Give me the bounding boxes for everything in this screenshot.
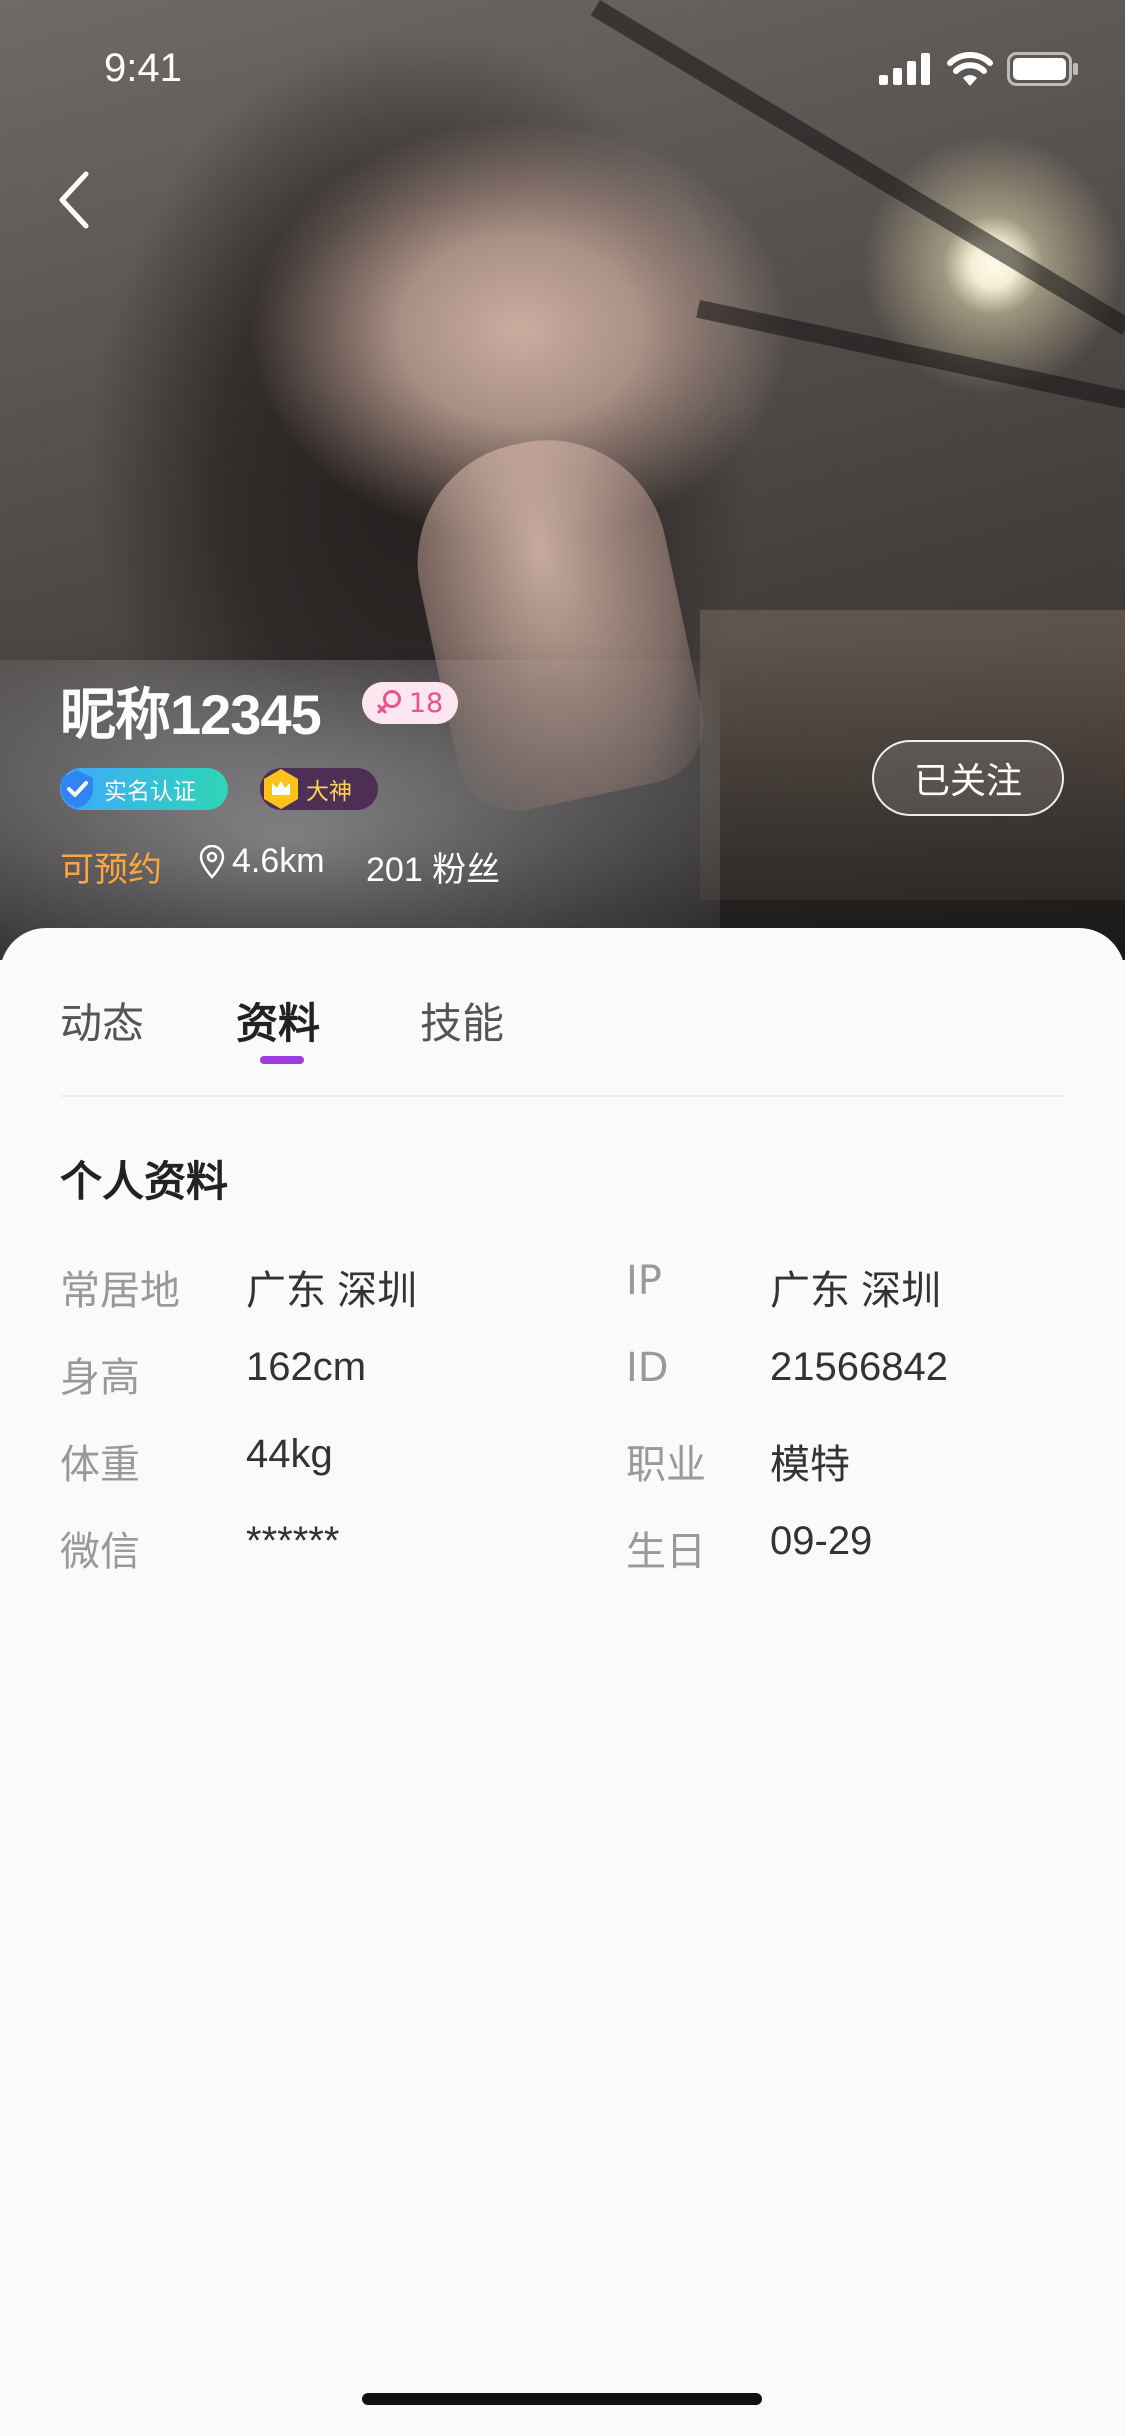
home-indicator [362,2393,762,2405]
signal-icon [879,53,930,85]
section-title: 个人资料 [60,1157,229,1206]
tab-moments[interactable]: 动态 [60,990,144,1051]
tab-indicator [260,1056,304,1064]
info-value-ip: 广东 深圳 [770,1269,942,1313]
info-value-id: 21566842 [770,1345,948,1389]
battery-icon [1007,52,1078,86]
tab-skills[interactable]: 技能 [420,990,504,1051]
status-icons [879,52,1079,86]
bookable-status: 可预约 [60,850,162,890]
info-value-birthday: 09-29 [770,1519,873,1563]
god-label: 大神 [306,779,352,805]
tab-bar: 动态 资料 技能 [0,928,1125,1096]
crown-icon [264,769,298,809]
info-value-residence: 广东 深圳 [246,1269,418,1313]
nickname: 昵称12345 [60,683,322,746]
info-value-wechat: ****** [246,1519,340,1563]
tab-profile[interactable]: 资料 [236,990,320,1051]
age-gender-badge: 18 [362,682,458,724]
fans-count: 201 粉丝 [366,851,501,889]
distance: 4.6km [198,842,325,881]
shield-check-icon [61,770,93,808]
info-label-weight: 体重 [60,1442,140,1488]
info-value-occupation: 模特 [770,1443,850,1487]
info-value-height: 162cm [246,1345,367,1389]
follow-button[interactable]: 已关注 [872,740,1064,816]
info-label-residence: 常居地 [60,1268,180,1314]
distance-text: 4.6km [232,842,325,880]
back-icon [59,171,89,229]
ceiling-beam [696,300,1125,426]
profile-cover-photo [0,0,1125,960]
female-icon [377,690,401,714]
info-label-id: ID [626,1345,669,1391]
verified-label: 实名认证 [104,779,196,805]
info-value-weight: 44kg [246,1432,333,1476]
verified-badge: 实名认证 [60,768,228,810]
wifi-icon [947,52,993,86]
god-badge: 大神 [260,768,378,810]
back-button[interactable] [44,165,104,235]
status-bar: 9:41 [0,0,1125,140]
info-label-occupation: 职业 [626,1442,706,1488]
info-label-height: 身高 [60,1355,140,1401]
age-text: 18 [408,687,444,719]
info-label-birthday: 生日 [626,1529,706,1575]
status-time: 9:41 [104,46,182,90]
profile-sheet: 动态 资料 技能 个人资料 常居地 广东 深圳 IP 广东 深圳 身高 162c… [0,928,1125,2436]
info-label-ip: IP [626,1258,662,1304]
location-pin-icon [199,844,225,879]
info-label-wechat: 微信 [60,1529,140,1575]
divider [60,1095,1065,1097]
